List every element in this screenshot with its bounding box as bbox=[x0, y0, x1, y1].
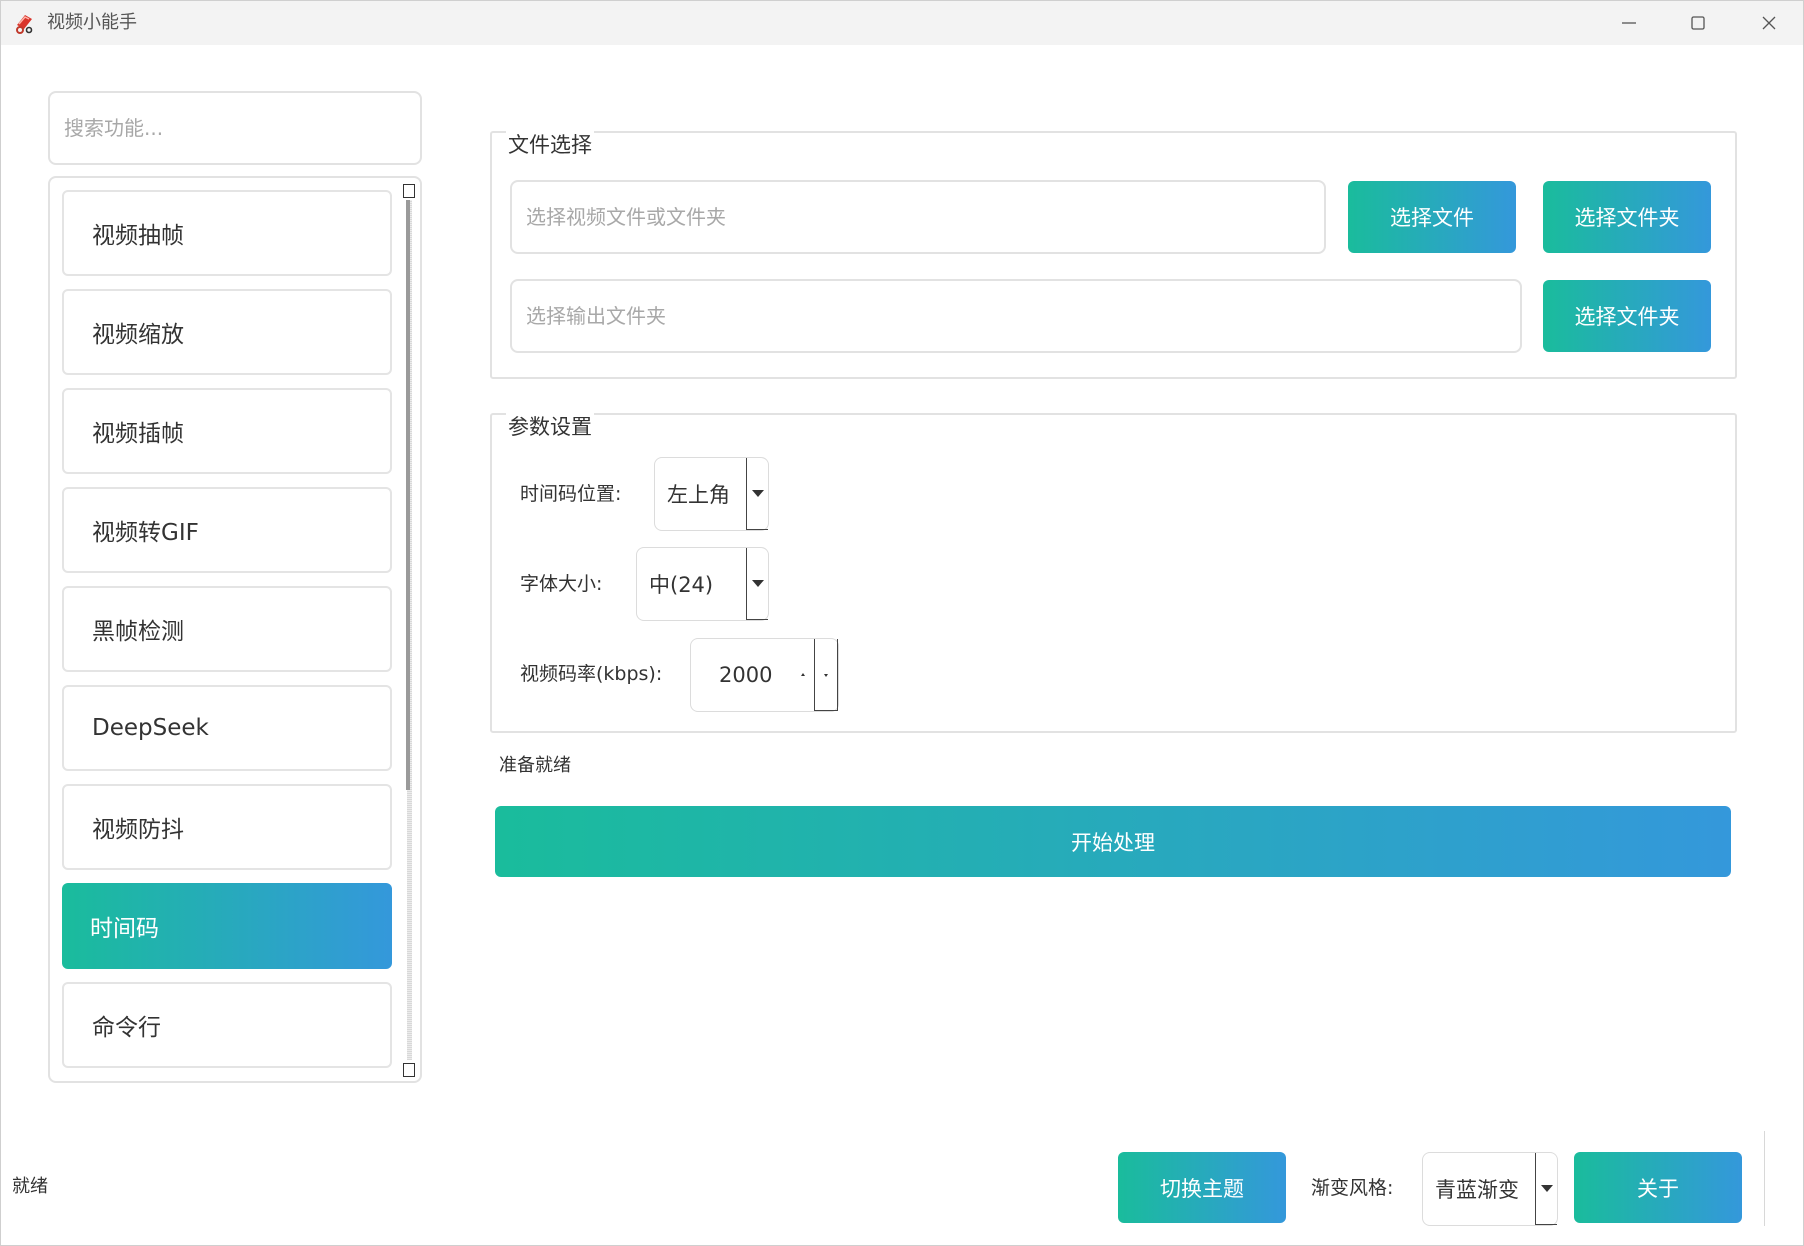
nav-item-label: 黑帧检测 bbox=[92, 619, 184, 645]
app-tools-icon bbox=[16, 15, 33, 34]
select-folder-button[interactable]: 选择文件夹 bbox=[1543, 181, 1711, 253]
nav-item-command-line[interactable]: 命令行 bbox=[62, 982, 392, 1068]
combo-value: 左上角 bbox=[667, 483, 730, 507]
nav-item-timecode[interactable]: 时间码 bbox=[62, 883, 392, 969]
select-output-folder-button[interactable]: 选择文件夹 bbox=[1543, 280, 1711, 352]
gradient-style-select[interactable]: 青蓝渐变 bbox=[1422, 1152, 1558, 1226]
nav-item-scale[interactable]: 视频缩放 bbox=[62, 289, 392, 375]
list-scrollbar[interactable] bbox=[402, 184, 416, 1077]
nav-item-interpolate[interactable]: 视频插帧 bbox=[62, 388, 392, 474]
close-icon bbox=[1762, 16, 1776, 30]
title-bar: 视频小能手 bbox=[1, 1, 1803, 45]
group-title: 参数设置 bbox=[506, 413, 594, 441]
nav-item-deepseek[interactable]: DeepSeek bbox=[62, 685, 392, 771]
nav-item-label: 命令行 bbox=[92, 1015, 161, 1041]
combo-value: 中(24) bbox=[649, 573, 714, 597]
nav-item-stabilize[interactable]: 视频防抖 bbox=[62, 784, 392, 870]
output-path-field[interactable] bbox=[510, 279, 1522, 353]
window-title: 视频小能手 bbox=[47, 12, 137, 33]
nav-item-label: DeepSeek bbox=[92, 715, 209, 741]
input-path-field[interactable] bbox=[510, 180, 1326, 254]
font-size-label: 字体大小: bbox=[520, 573, 603, 595]
start-processing-button[interactable]: 开始处理 bbox=[495, 806, 1731, 877]
maximize-button[interactable] bbox=[1663, 1, 1733, 45]
chevron-down-icon[interactable] bbox=[746, 548, 768, 620]
app-window: 视频小能手 视频抽帧 视频缩放 视频插帧 视频转GIF 黑帧检测 DeepSee… bbox=[0, 0, 1804, 1246]
nav-item-label: 视频插帧 bbox=[92, 421, 184, 447]
chevron-down-icon[interactable] bbox=[1535, 1153, 1557, 1225]
nav-item-label: 时间码 bbox=[90, 916, 159, 942]
nav-item-black-frame[interactable]: 黑帧检测 bbox=[62, 586, 392, 672]
footer-divider bbox=[1764, 1131, 1765, 1226]
font-size-select[interactable]: 中(24) bbox=[636, 547, 769, 621]
bitrate-label: 视频码率(kbps): bbox=[520, 663, 663, 685]
nav-item-label: 视频转GIF bbox=[92, 520, 199, 546]
nav-item-to-gif[interactable]: 视频转GIF bbox=[62, 487, 392, 573]
nav-item-frame-extract[interactable]: 视频抽帧 bbox=[62, 190, 392, 276]
about-button[interactable]: 关于 bbox=[1574, 1152, 1742, 1223]
nav-item-label: 视频防抖 bbox=[92, 817, 184, 843]
timecode-position-label: 时间码位置: bbox=[520, 483, 622, 505]
search-input[interactable] bbox=[48, 91, 422, 165]
spin-down-icon[interactable] bbox=[824, 674, 828, 677]
gradient-style-label: 渐变风格: bbox=[1311, 1177, 1394, 1199]
minimize-button[interactable] bbox=[1594, 1, 1664, 45]
switch-theme-button[interactable]: 切换主题 bbox=[1118, 1152, 1286, 1223]
group-title: 文件选择 bbox=[506, 131, 594, 159]
spin-up-icon[interactable] bbox=[801, 673, 805, 676]
scroll-down-icon[interactable] bbox=[403, 1063, 415, 1077]
close-button[interactable] bbox=[1734, 1, 1804, 45]
spin-value: 2000 bbox=[719, 663, 773, 687]
chevron-down-icon[interactable] bbox=[746, 458, 768, 530]
spin-buttons[interactable] bbox=[814, 639, 838, 711]
combo-value: 青蓝渐变 bbox=[1435, 1178, 1519, 1202]
nav-item-label: 视频缩放 bbox=[92, 322, 184, 348]
scroll-up-icon[interactable] bbox=[403, 184, 415, 198]
process-status: 准备就绪 bbox=[499, 755, 571, 776]
status-bar-text: 就绪 bbox=[12, 1176, 48, 1197]
nav-item-label: 视频抽帧 bbox=[92, 223, 184, 249]
timecode-position-select[interactable]: 左上角 bbox=[654, 457, 769, 531]
scroll-thumb[interactable] bbox=[406, 200, 410, 790]
bitrate-spinbox[interactable]: 2000 bbox=[690, 638, 839, 712]
maximize-icon bbox=[1691, 16, 1705, 30]
minimize-icon bbox=[1622, 22, 1636, 24]
function-list: 视频抽帧 视频缩放 视频插帧 视频转GIF 黑帧检测 DeepSeek 视频防抖… bbox=[48, 176, 422, 1083]
select-file-button[interactable]: 选择文件 bbox=[1348, 181, 1516, 253]
